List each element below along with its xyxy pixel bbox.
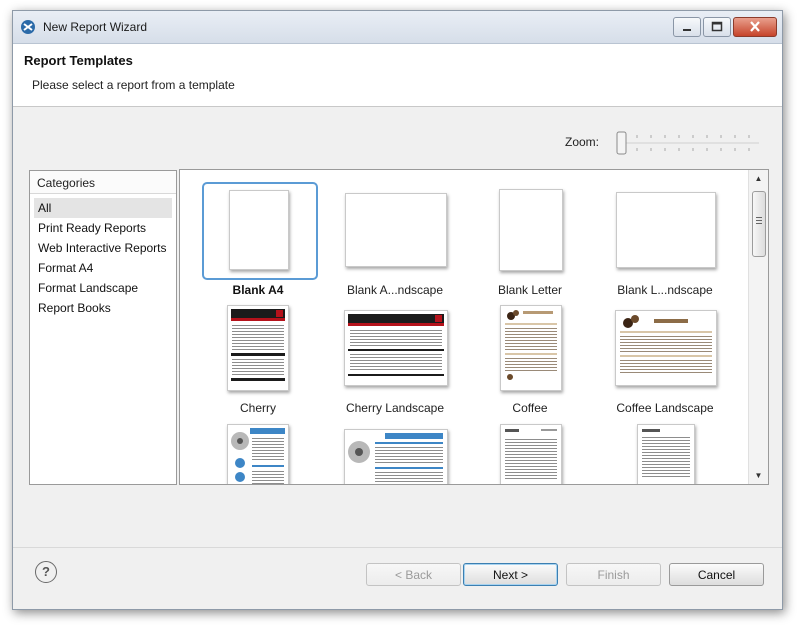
template-blank-a4-thumbnail[interactable]: [229, 190, 289, 270]
template-blank-a4-landscape-thumbnail[interactable]: [345, 193, 447, 267]
page-subtitle: Please select a report from a template: [32, 78, 235, 92]
window-title: New Report Wizard: [43, 20, 148, 34]
category-web-interactive-reports[interactable]: Web Interactive Reports: [34, 238, 172, 258]
template-flower-landscape-thumbnail[interactable]: [344, 429, 448, 484]
template-blank-letter-thumbnail[interactable]: [499, 189, 563, 271]
footer-divider: [13, 547, 782, 548]
category-report-books[interactable]: Report Books: [34, 298, 172, 318]
template-coffee-thumbnail[interactable]: [500, 305, 562, 391]
template-cherry-thumbnail[interactable]: [227, 305, 289, 391]
template-cherry-label[interactable]: Cherry: [193, 401, 323, 415]
close-button[interactable]: [733, 17, 777, 37]
listing-preview-icon: [505, 429, 557, 479]
page-title: Report Templates: [24, 53, 133, 68]
category-print-ready-reports[interactable]: Print Ready Reports: [34, 218, 172, 238]
category-format-a4[interactable]: Format A4: [34, 258, 172, 278]
close-icon: [750, 21, 760, 32]
template-blank-a4-landscape-label[interactable]: Blank A...ndscape: [330, 283, 460, 297]
zoom-slider-thumb[interactable]: [616, 131, 627, 155]
title-bar[interactable]: New Report Wizard: [13, 11, 782, 44]
cherry-landscape-preview-icon: [348, 314, 444, 376]
template-flower-thumbnail[interactable]: [227, 424, 289, 484]
next-button[interactable]: Next >: [463, 563, 558, 586]
template-coffee-landscape-label[interactable]: Coffee Landscape: [600, 401, 730, 415]
template-coffee-label[interactable]: Coffee: [465, 401, 595, 415]
template-blank-letter-label[interactable]: Blank Letter: [465, 283, 595, 297]
template-cherry-landscape-label[interactable]: Cherry Landscape: [330, 401, 460, 415]
category-all[interactable]: All: [34, 198, 172, 218]
grip-line-icon: [756, 223, 762, 224]
template-blank-letter-landscape-thumbnail[interactable]: [616, 192, 716, 268]
template-blank-a4-label[interactable]: Blank A4: [193, 283, 323, 297]
zoom-slider[interactable]: [613, 126, 763, 160]
template-simple-listing-landscape-thumbnail[interactable]: [637, 424, 695, 484]
scroll-down-icon[interactable]: ▼: [749, 467, 768, 484]
flower-preview-icon: [231, 428, 285, 484]
cancel-button[interactable]: Cancel: [669, 563, 764, 586]
maximize-icon: [711, 21, 723, 32]
back-button[interactable]: < Back: [366, 563, 461, 586]
template-coffee-landscape-thumbnail[interactable]: [615, 310, 717, 386]
maximize-button[interactable]: [703, 17, 731, 37]
listing-landscape-preview-icon: [642, 429, 690, 477]
grip-line-icon: [756, 217, 762, 218]
eclipse-report-icon: [21, 20, 35, 34]
new-report-wizard-window: New Report Wizard Report Templates Pleas…: [12, 10, 783, 610]
flower-landscape-preview-icon: [348, 433, 443, 482]
scrollbar-thumb[interactable]: [752, 191, 766, 257]
templates-gallery: Blank A4 Blank A...ndscape Blank Letter …: [179, 169, 769, 485]
cherry-preview-icon: [231, 309, 285, 381]
grip-line-icon: [756, 220, 762, 221]
categories-header-label: Categories: [37, 176, 96, 190]
scroll-up-icon[interactable]: ▲: [749, 170, 768, 187]
coffee-landscape-preview-icon: [620, 315, 712, 373]
finish-button[interactable]: Finish: [566, 563, 661, 586]
zoom-label: Zoom:: [565, 135, 600, 149]
minimize-icon: [683, 29, 691, 31]
help-button[interactable]: ?: [35, 561, 57, 583]
categories-panel: Categories All Print Ready Reports Web I…: [29, 170, 177, 485]
category-format-landscape[interactable]: Format Landscape: [34, 278, 172, 298]
categories-header: Categories: [30, 171, 176, 194]
templates-vertical-scrollbar[interactable]: ▲ ▼: [748, 170, 768, 484]
wizard-header: Report Templates Please select a report …: [13, 44, 782, 107]
minimize-button[interactable]: [673, 17, 701, 37]
template-cherry-landscape-thumbnail[interactable]: [344, 310, 448, 386]
categories-list: All Print Ready Reports Web Interactive …: [34, 198, 172, 318]
template-blank-letter-landscape-label[interactable]: Blank L...ndscape: [600, 283, 730, 297]
template-simple-listing-thumbnail[interactable]: [500, 424, 562, 484]
coffee-preview-icon: [505, 310, 557, 380]
